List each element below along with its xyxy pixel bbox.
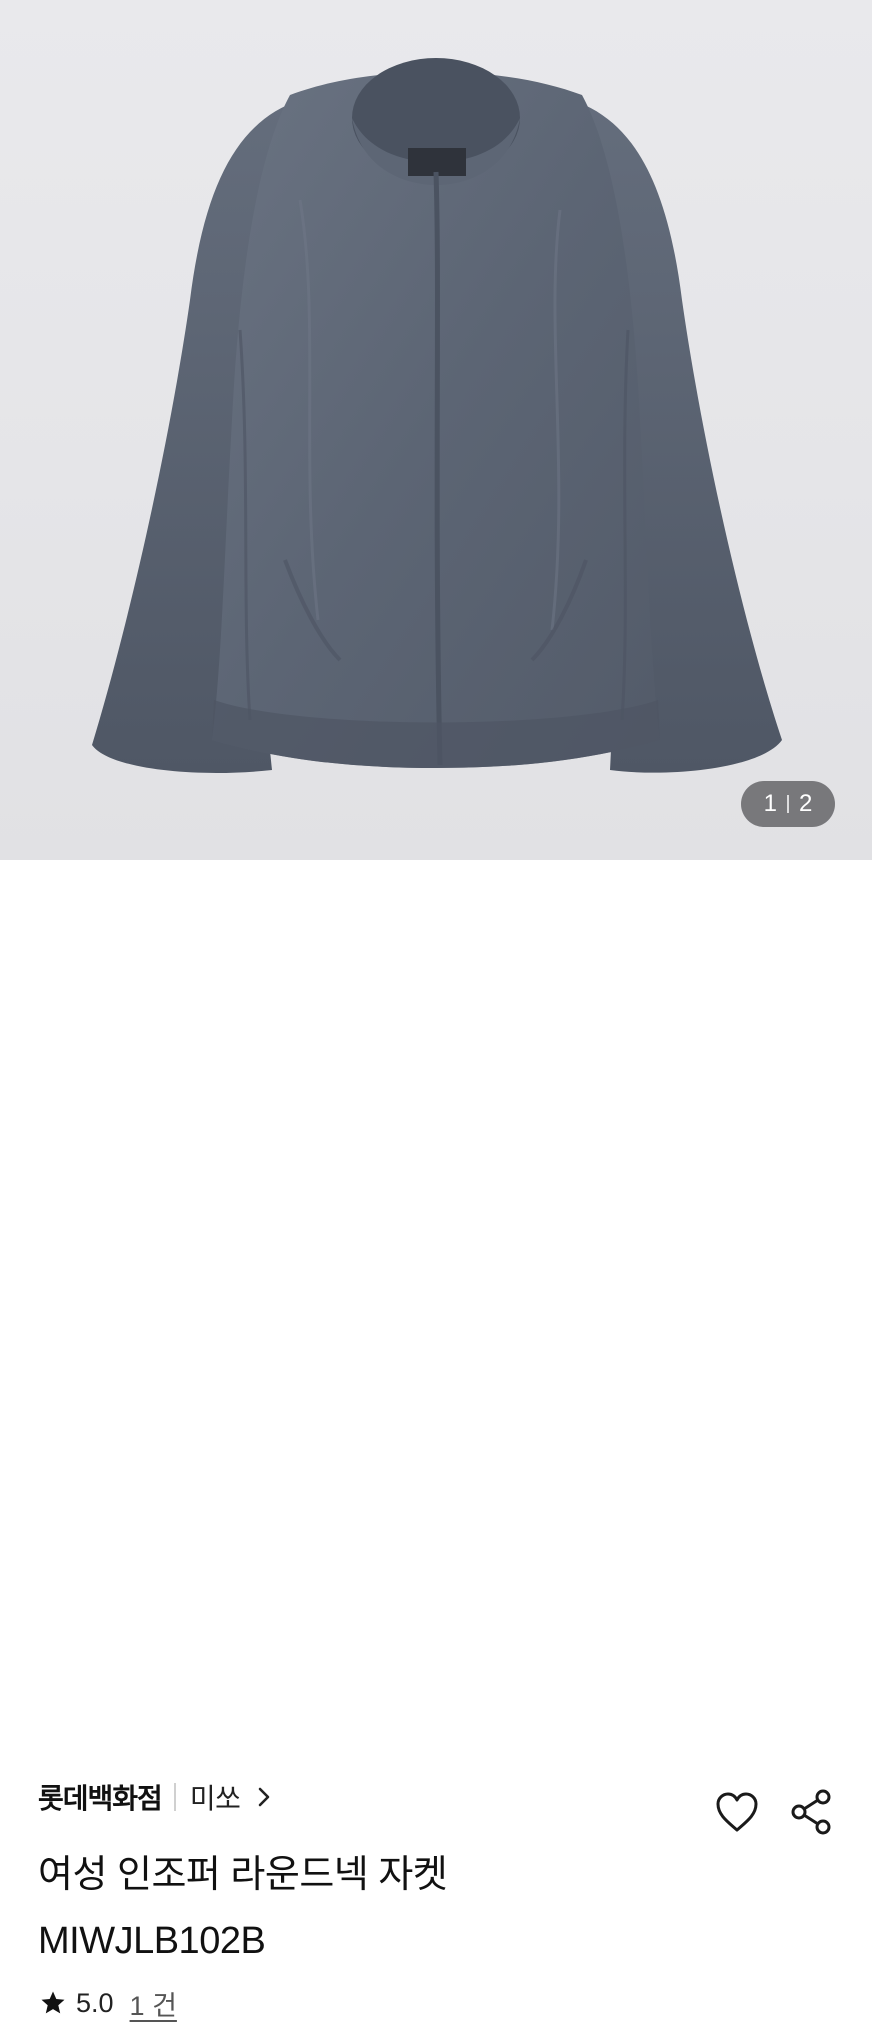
brand-link[interactable]: 롯데백화점 미쏘 [38,1777,272,1817]
brand-divider [173,1783,176,1811]
product-title-name: 여성 인조퍼 라운드넥 자켓 [38,1854,448,1896]
image-counter: 1 2 [741,781,835,827]
product-title: 여성 인조퍼 라운드넥 자켓 MIWJLB102B [38,1852,738,1984]
image-counter-total: 2 [799,790,813,817]
review-count-link[interactable]: 1 건 [130,1984,177,2023]
sub-brand-name: 미쏘 [189,1783,241,1814]
heart-outline-icon[interactable] [714,1790,760,1834]
rating-summary: 5.0 1 건 [40,1984,177,2022]
product-image-carousel[interactable]: 1 2 [0,0,872,860]
star-icon [41,1991,65,2014]
product-image [92,58,782,773]
share-icon[interactable] [790,1788,834,1836]
image-counter-current: 1 [763,790,777,817]
brand-name: 롯데백화점 [38,1783,163,1814]
product-model-code: MIWJLB102B [38,1920,266,1962]
product-info: 롯데백화점 미쏘 여성 인조퍼 라운드넥 자켓 MIWJLB102B 5.0 1… [0,860,872,2021]
chevron-right-icon [259,1787,270,1807]
rating-score: 5.0 [76,1987,114,2018]
image-counter-separator [787,795,789,813]
